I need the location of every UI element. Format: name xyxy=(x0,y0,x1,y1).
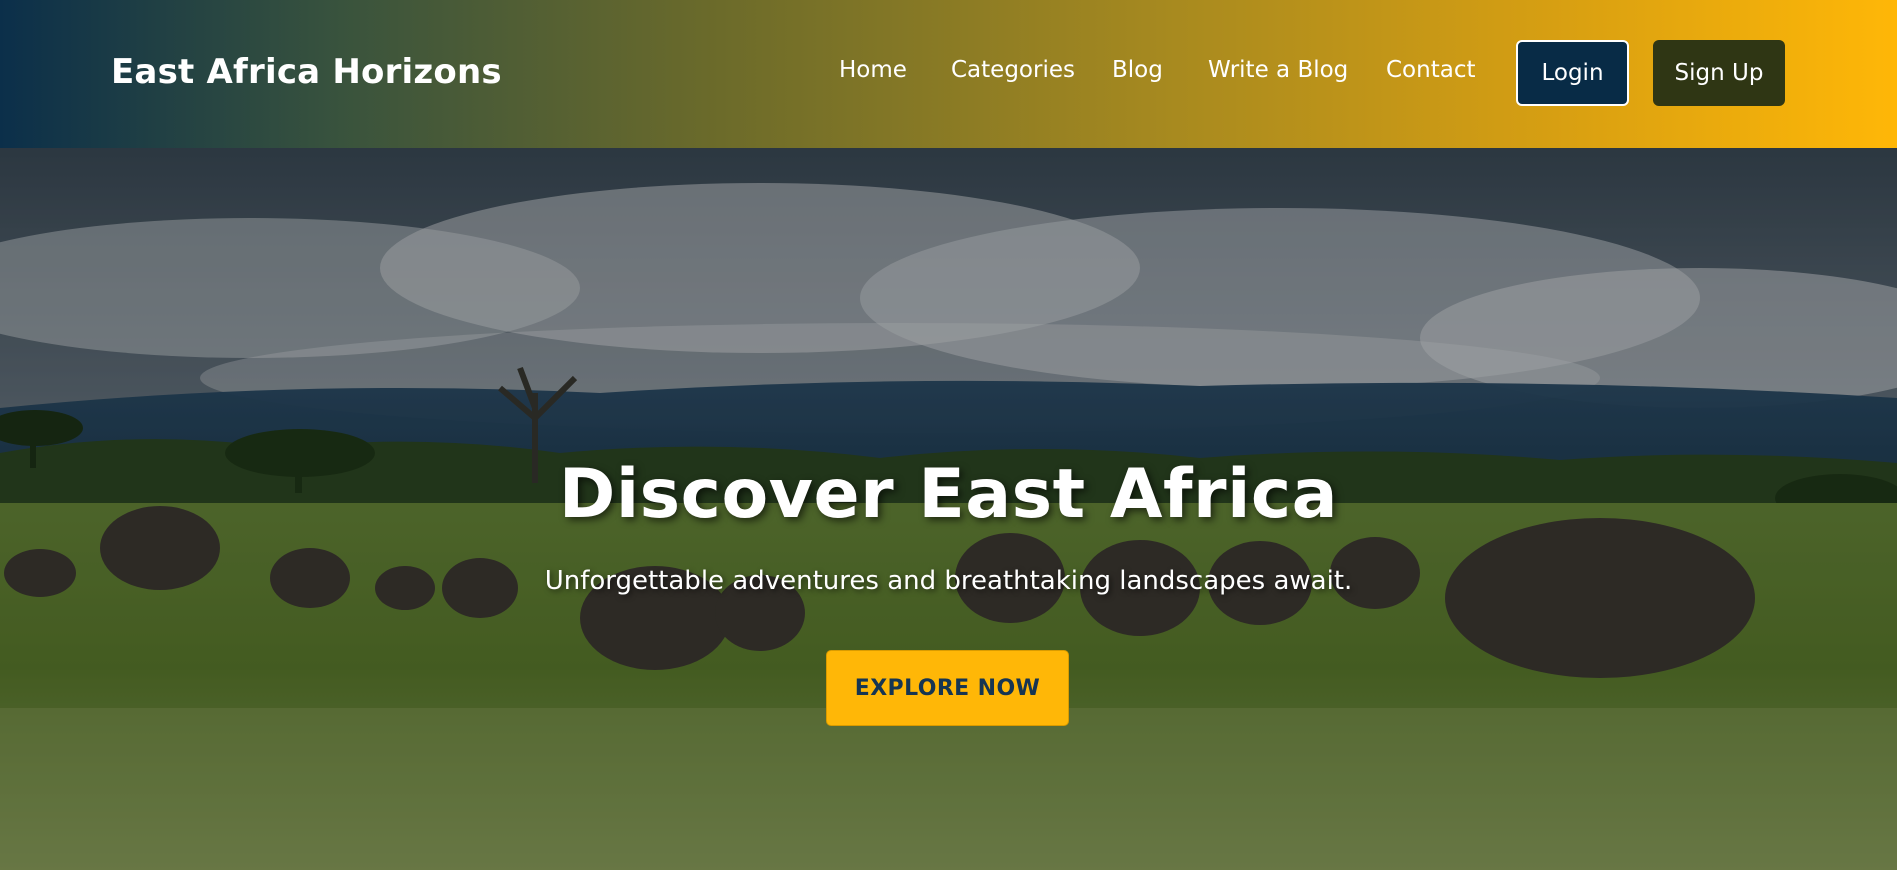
login-button[interactable]: Login xyxy=(1516,40,1629,106)
nav-link-write-blog[interactable]: Write a Blog xyxy=(1208,57,1348,83)
site-brand[interactable]: East Africa Horizons xyxy=(111,52,502,92)
hero-section: Discover East Africa Unforgettable adven… xyxy=(0,148,1897,870)
nav-link-contact[interactable]: Contact xyxy=(1386,57,1475,83)
nav-link-blog[interactable]: Blog xyxy=(1112,57,1163,83)
hero-subtitle: Unforgettable adventures and breathtakin… xyxy=(544,566,1353,596)
site-header: East Africa Horizons Home Categories Blo… xyxy=(0,0,1897,148)
nav-link-categories[interactable]: Categories xyxy=(951,57,1075,83)
nav-link-home[interactable]: Home xyxy=(839,57,907,83)
signup-button[interactable]: Sign Up xyxy=(1653,40,1785,106)
hero-title: Discover East Africa xyxy=(558,455,1339,534)
hero-content: Discover East Africa Unforgettable adven… xyxy=(0,148,1897,870)
landing-page: East Africa Horizons Home Categories Blo… xyxy=(0,0,1897,870)
explore-now-button[interactable]: EXPLORE NOW xyxy=(826,650,1069,726)
